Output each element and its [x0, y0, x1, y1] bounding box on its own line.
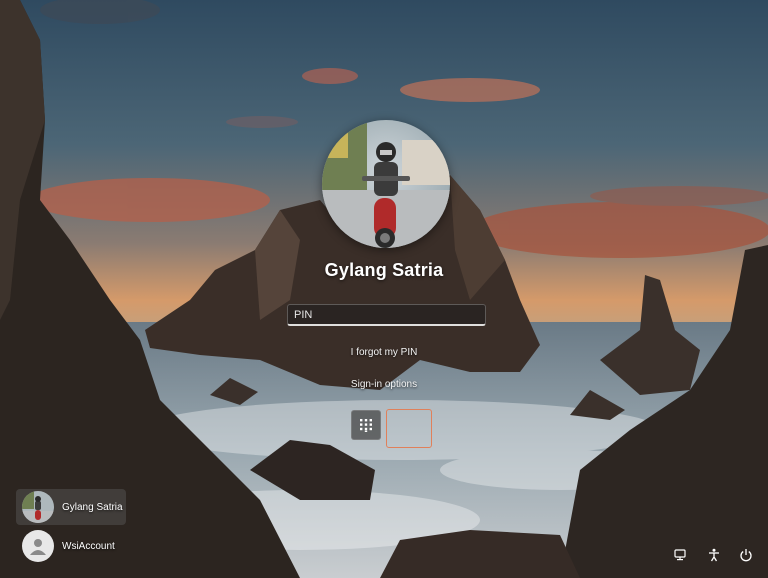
- accessibility-button[interactable]: [704, 545, 724, 565]
- accessibility-icon: [709, 548, 719, 562]
- user-switch-name: Gylang Satria: [62, 501, 123, 513]
- pin-input[interactable]: [287, 304, 486, 326]
- user-photo-icon: [322, 120, 450, 248]
- user-switch-name: WsiAccount: [62, 540, 115, 552]
- signin-options-link[interactable]: Sign-in options: [0, 379, 768, 390]
- forgot-pin-link[interactable]: I forgot my PIN: [0, 347, 768, 358]
- person-icon: [22, 530, 54, 562]
- user-photo-icon: [22, 491, 54, 523]
- user-name: Gylang Satria: [324, 260, 444, 280]
- signin-option-focused-button[interactable]: [386, 409, 432, 448]
- keypad-icon: [360, 419, 372, 432]
- network-button[interactable]: [670, 545, 690, 565]
- signin-option-pin-button[interactable]: [351, 410, 381, 440]
- user-switch-gylang[interactable]: Gylang Satria: [16, 489, 126, 525]
- user-avatar: [322, 120, 450, 248]
- user-switch-wsiaccount[interactable]: WsiAccount: [16, 528, 123, 564]
- power-button[interactable]: [736, 545, 756, 565]
- network-icon: [674, 549, 686, 561]
- power-icon: [740, 549, 752, 562]
